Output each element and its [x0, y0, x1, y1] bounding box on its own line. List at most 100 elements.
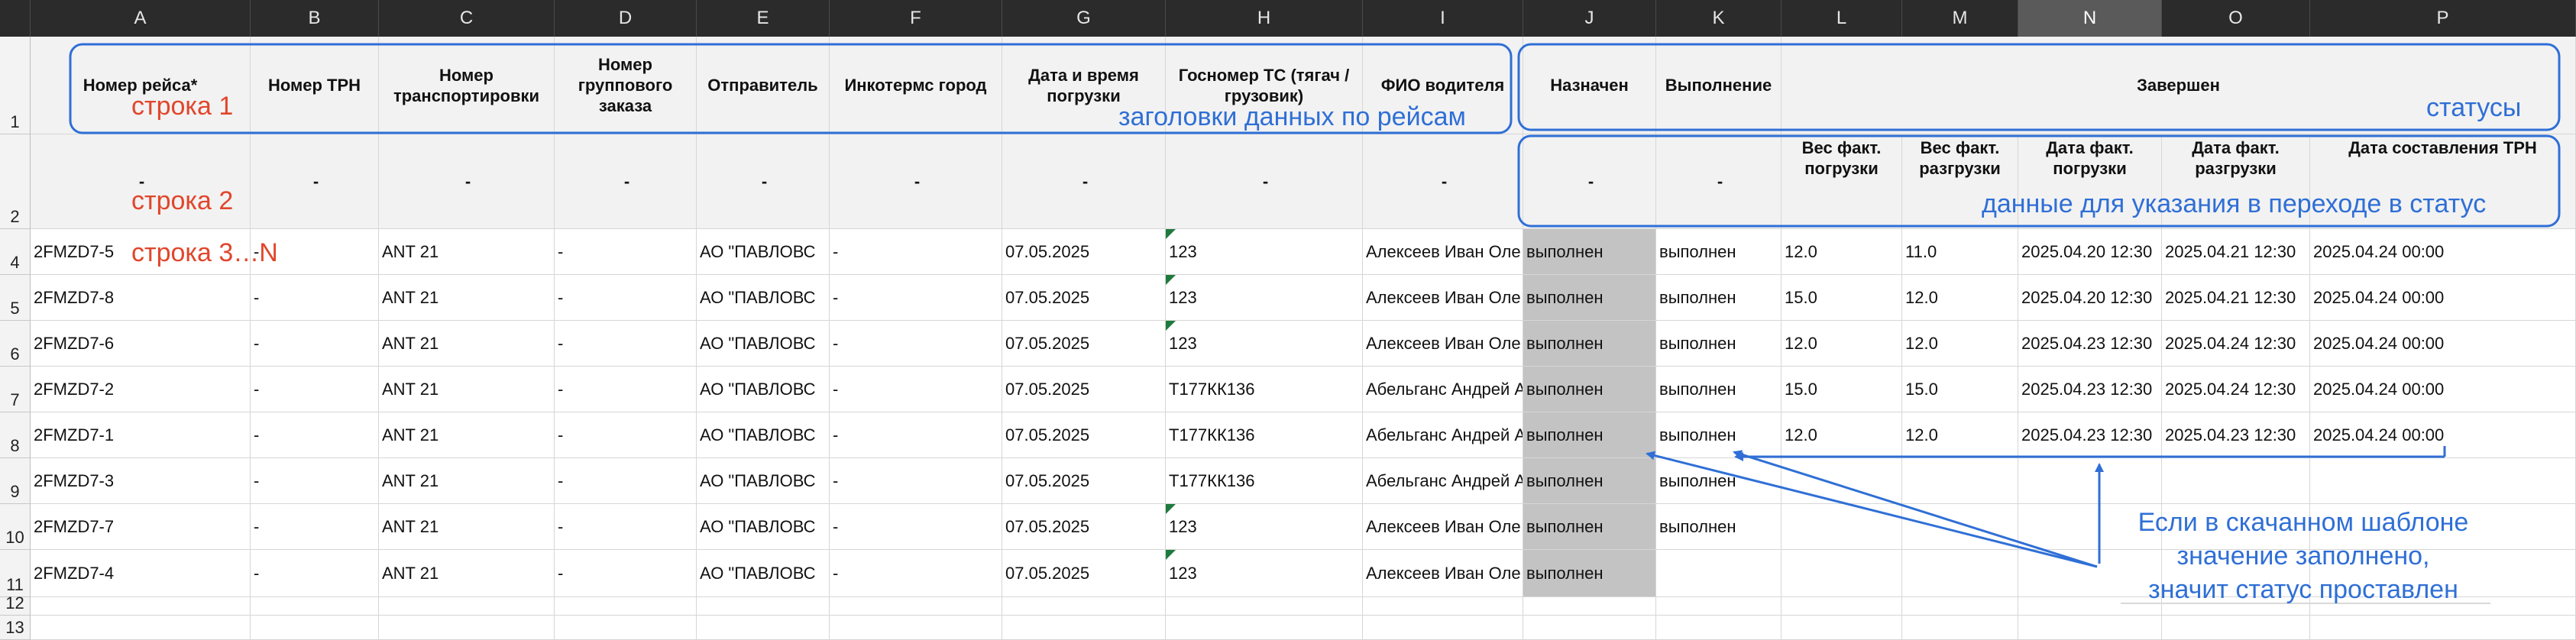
- data-cell-e[interactable]: АО "ПАВЛОВС: [697, 458, 830, 504]
- data-cell-c[interactable]: ANT 21: [379, 412, 555, 458]
- empty-cell[interactable]: [830, 597, 1002, 616]
- data-cell-m[interactable]: 12.0: [1902, 412, 2018, 458]
- data-cell-f[interactable]: -: [830, 412, 1002, 458]
- subheader-dash-d[interactable]: -: [555, 134, 697, 229]
- subheader-dash-k[interactable]: -: [1656, 134, 1782, 229]
- column-header-p[interactable]: P: [2310, 0, 2576, 37]
- column-header-g[interactable]: G: [1002, 0, 1166, 37]
- subheader-dash-c[interactable]: -: [379, 134, 555, 229]
- empty-cell[interactable]: [1902, 616, 2018, 640]
- header-cell-e[interactable]: Отправитель: [697, 37, 830, 134]
- data-cell-j[interactable]: выполнен: [1523, 321, 1656, 367]
- data-cell-i[interactable]: Абельганс Андрей А: [1363, 367, 1523, 412]
- empty-cell[interactable]: [830, 616, 1002, 640]
- data-cell-d[interactable]: -: [555, 275, 697, 321]
- data-cell-g[interactable]: 07.05.2025: [1002, 504, 1166, 550]
- data-cell-g[interactable]: 07.05.2025: [1002, 321, 1166, 367]
- data-cell-i[interactable]: Абельганс Андрей А: [1363, 412, 1523, 458]
- empty-cell[interactable]: [555, 597, 697, 616]
- select-all-corner[interactable]: [0, 0, 31, 37]
- data-cell-e[interactable]: АО "ПАВЛОВС: [697, 321, 830, 367]
- subheader-dash-e[interactable]: -: [697, 134, 830, 229]
- data-cell-k[interactable]: выполнен: [1656, 367, 1782, 412]
- row-header-2[interactable]: 2: [0, 134, 31, 229]
- data-cell-m[interactable]: [1902, 458, 2018, 504]
- data-cell-h[interactable]: Т177КК136: [1166, 458, 1363, 504]
- data-cell-c[interactable]: ANT 21: [379, 550, 555, 597]
- data-cell-f[interactable]: -: [830, 504, 1002, 550]
- empty-cell[interactable]: [379, 597, 555, 616]
- data-cell-f[interactable]: -: [830, 229, 1002, 275]
- empty-cell[interactable]: [1363, 597, 1523, 616]
- data-cell-l[interactable]: 15.0: [1782, 275, 1902, 321]
- data-cell-d[interactable]: -: [555, 504, 697, 550]
- data-cell-o[interactable]: 2025.04.24 12:30: [2162, 367, 2310, 412]
- data-cell-b[interactable]: -: [251, 458, 379, 504]
- data-cell-a[interactable]: 2FMZD7-7: [31, 504, 251, 550]
- data-cell-b[interactable]: -: [251, 367, 379, 412]
- data-cell-p[interactable]: 2025.04.24 00:00: [2310, 229, 2576, 275]
- column-header-k[interactable]: K: [1656, 0, 1782, 37]
- data-cell-k[interactable]: [1656, 550, 1782, 597]
- data-cell-g[interactable]: 07.05.2025: [1002, 550, 1166, 597]
- empty-cell[interactable]: [1656, 616, 1782, 640]
- row-header-1[interactable]: 1: [0, 37, 31, 134]
- data-cell-l[interactable]: 12.0: [1782, 321, 1902, 367]
- data-cell-m[interactable]: 12.0: [1902, 275, 2018, 321]
- data-cell-h[interactable]: Т177КК136: [1166, 367, 1363, 412]
- empty-cell[interactable]: [1523, 616, 1656, 640]
- empty-cell[interactable]: [1782, 597, 1902, 616]
- data-cell-b[interactable]: -: [251, 412, 379, 458]
- data-cell-e[interactable]: АО "ПАВЛОВС: [697, 367, 830, 412]
- data-cell-d[interactable]: -: [555, 412, 697, 458]
- header-cell-k[interactable]: Выполнение: [1656, 37, 1782, 134]
- data-cell-e[interactable]: АО "ПАВЛОВС: [697, 412, 830, 458]
- data-cell-i[interactable]: Алексеев Иван Оле: [1363, 229, 1523, 275]
- empty-cell[interactable]: [697, 616, 830, 640]
- header-cell-d[interactable]: Номер группового заказа: [555, 37, 697, 134]
- column-header-h[interactable]: H: [1166, 0, 1363, 37]
- data-cell-l[interactable]: [1782, 458, 1902, 504]
- data-cell-m[interactable]: 15.0: [1902, 367, 2018, 412]
- subheader-dash-f[interactable]: -: [830, 134, 1002, 229]
- column-header-f[interactable]: F: [830, 0, 1002, 37]
- empty-cell[interactable]: [31, 616, 251, 640]
- header-cell-c[interactable]: Номер транспортировки: [379, 37, 555, 134]
- empty-cell[interactable]: [2162, 616, 2310, 640]
- data-cell-n[interactable]: 2025.04.23 12:30: [2018, 321, 2162, 367]
- data-cell-i[interactable]: Абельганс Андрей А: [1363, 458, 1523, 504]
- data-cell-l[interactable]: [1782, 504, 1902, 550]
- data-cell-h[interactable]: 123: [1166, 321, 1363, 367]
- column-header-o[interactable]: O: [2162, 0, 2310, 37]
- data-cell-f[interactable]: -: [830, 321, 1002, 367]
- row-header-11[interactable]: 11: [0, 550, 31, 597]
- data-cell-h[interactable]: 123: [1166, 229, 1363, 275]
- data-cell-e[interactable]: АО "ПАВЛОВС: [697, 229, 830, 275]
- data-cell-i[interactable]: Алексеев Иван Оле: [1363, 275, 1523, 321]
- column-header-d[interactable]: D: [555, 0, 697, 37]
- subheader-cell-l[interactable]: Вес факт. погрузки: [1782, 134, 1902, 229]
- data-cell-n[interactable]: 2025.04.23 12:30: [2018, 412, 2162, 458]
- data-cell-c[interactable]: ANT 21: [379, 504, 555, 550]
- header-cell-b[interactable]: Номер ТРН: [251, 37, 379, 134]
- empty-cell[interactable]: [251, 616, 379, 640]
- empty-cell[interactable]: [1166, 616, 1363, 640]
- subheader-dash-h[interactable]: -: [1166, 134, 1363, 229]
- data-cell-f[interactable]: -: [830, 550, 1002, 597]
- data-cell-o[interactable]: 2025.04.21 12:30: [2162, 229, 2310, 275]
- empty-cell[interactable]: [1782, 616, 1902, 640]
- data-cell-p[interactable]: 2025.04.24 00:00: [2310, 321, 2576, 367]
- data-cell-e[interactable]: АО "ПАВЛОВС: [697, 550, 830, 597]
- data-cell-j[interactable]: выполнен: [1523, 550, 1656, 597]
- data-cell-b[interactable]: -: [251, 504, 379, 550]
- empty-cell[interactable]: [555, 616, 697, 640]
- data-cell-a[interactable]: 2FMZD7-1: [31, 412, 251, 458]
- data-cell-p[interactable]: 2025.04.24 00:00: [2310, 275, 2576, 321]
- row-header-13[interactable]: 13: [0, 616, 31, 640]
- data-cell-e[interactable]: АО "ПАВЛОВС: [697, 504, 830, 550]
- data-cell-b[interactable]: -: [251, 321, 379, 367]
- column-header-a[interactable]: A: [31, 0, 251, 37]
- row-header-10[interactable]: 10: [0, 504, 31, 550]
- data-cell-g[interactable]: 07.05.2025: [1002, 229, 1166, 275]
- column-header-l[interactable]: L: [1782, 0, 1902, 37]
